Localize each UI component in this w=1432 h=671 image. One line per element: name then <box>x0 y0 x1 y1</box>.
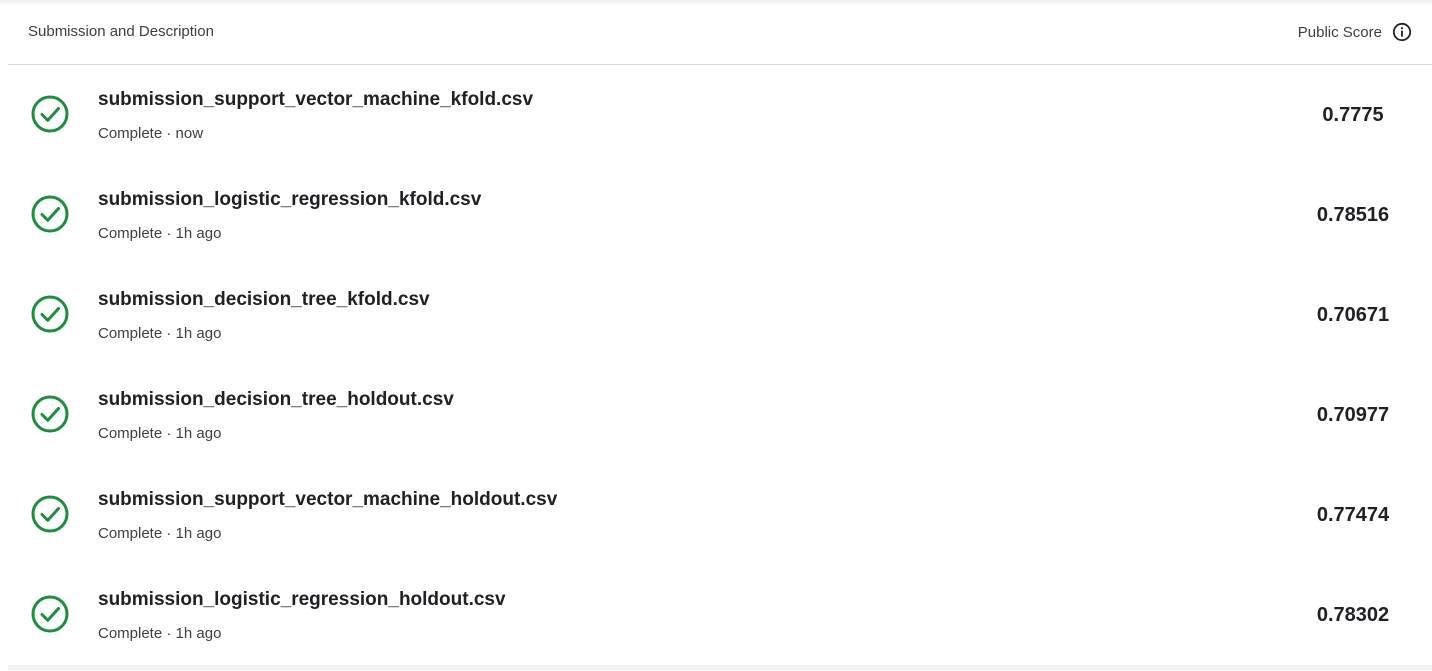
submission-file-name[interactable]: submission_decision_tree_holdout.csv <box>98 389 454 411</box>
submission-file-name[interactable]: submission_decision_tree_kfold.csv <box>98 289 430 311</box>
submission-status: Complete · 1h ago <box>98 325 222 342</box>
submission-list: submission_support_vector_machine_kfold.… <box>0 65 1432 665</box>
table-header: Submission and Description Public Score <box>8 0 1432 65</box>
check-circle-icon <box>31 295 69 333</box>
public-score: 0.78516 <box>1316 204 1390 226</box>
submission-file-name[interactable]: submission_logistic_regression_holdout.c… <box>98 589 506 611</box>
submissions-panel: Submission and Description Public Score … <box>0 0 1432 671</box>
submission-row[interactable]: submission_support_vector_machine_holdou… <box>0 465 1432 565</box>
submission-row[interactable]: submission_logistic_regression_kfold.csv… <box>0 165 1432 265</box>
submission-row[interactable]: submission_support_vector_machine_kfold.… <box>0 65 1432 165</box>
submission-status: Complete · 1h ago <box>98 525 222 542</box>
check-circle-icon <box>31 495 69 533</box>
public-score: 0.70977 <box>1316 404 1390 426</box>
submission-status: Complete · 1h ago <box>98 425 222 442</box>
check-circle-icon <box>31 595 69 633</box>
header-score-group: Public Score <box>1298 21 1412 43</box>
submission-status: Complete · 1h ago <box>98 625 222 642</box>
check-circle-icon <box>31 95 69 133</box>
public-score: 0.7775 <box>1322 104 1384 126</box>
submission-status: Complete · now <box>98 125 204 142</box>
check-circle-icon <box>31 395 69 433</box>
submission-row[interactable]: submission_logistic_regression_holdout.c… <box>0 565 1432 665</box>
header-submission-label: Submission and Description <box>28 23 214 40</box>
submission-file-name[interactable]: submission_support_vector_machine_kfold.… <box>98 89 533 111</box>
public-score: 0.70671 <box>1316 304 1390 326</box>
submission-row[interactable]: submission_decision_tree_holdout.csv Com… <box>0 365 1432 465</box>
public-score: 0.78302 <box>1316 604 1390 626</box>
submission-file-name[interactable]: submission_support_vector_machine_holdou… <box>98 489 557 511</box>
header-public-score-label: Public Score <box>1297 23 1382 41</box>
public-score: 0.77474 <box>1316 504 1390 526</box>
info-icon[interactable] <box>1392 22 1412 42</box>
submission-row[interactable]: submission_decision_tree_kfold.csv Compl… <box>0 265 1432 365</box>
check-circle-icon <box>31 195 69 233</box>
submission-file-name[interactable]: submission_logistic_regression_kfold.csv <box>98 189 481 211</box>
submission-status: Complete · 1h ago <box>98 225 222 242</box>
bottom-divider <box>8 665 1432 671</box>
